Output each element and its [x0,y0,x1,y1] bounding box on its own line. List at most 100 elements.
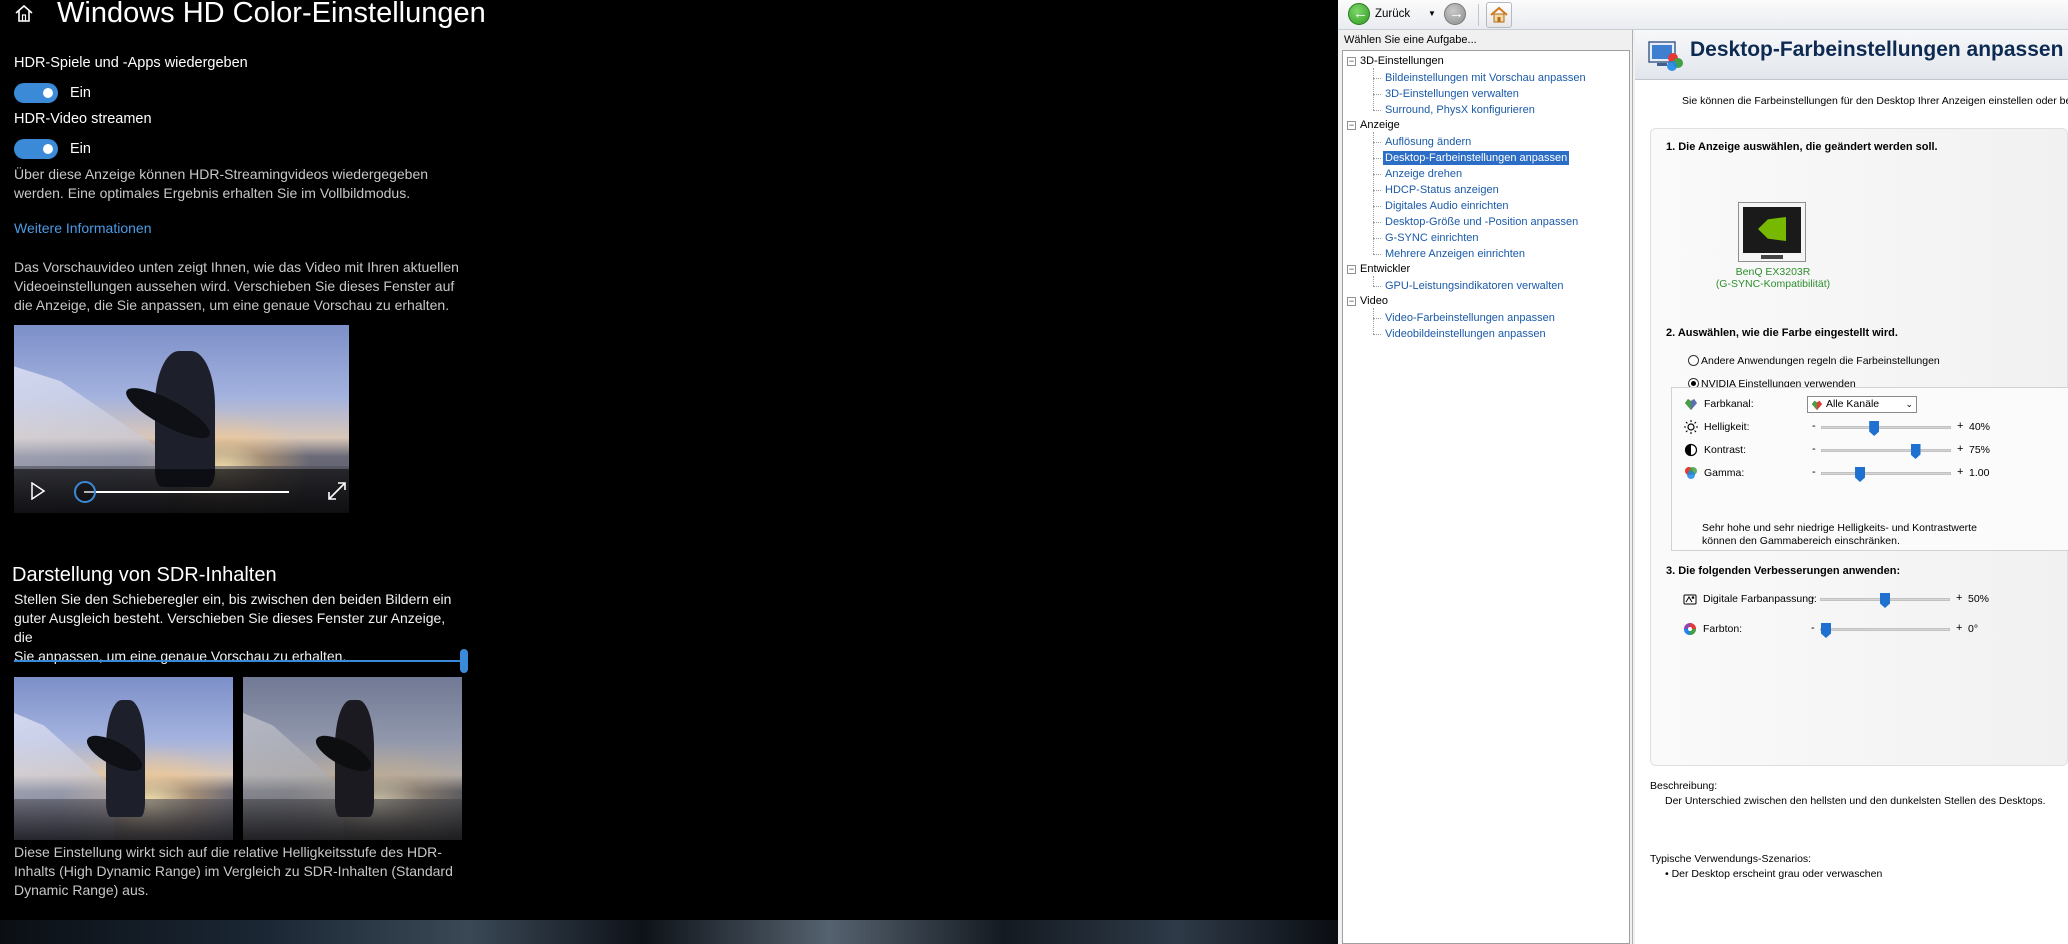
hue-slider[interactable] [1820,623,1950,638]
hue-row: Farbton: - + 0° [1671,619,2068,639]
brightness-slider-thumb[interactable] [1869,421,1880,436]
tree-connector [1373,238,1381,239]
tree-group[interactable]: −3D-Einstellungen [1347,55,1444,67]
tree-group-label: Anzeige [1360,119,1400,131]
tree-item[interactable]: Videobildeinstellungen anpassen [1383,327,1548,341]
more-info-link[interactable]: Weitere Informationen [14,220,151,236]
vibrance-slider-thumb[interactable] [1880,593,1890,608]
hue-icon [1684,623,1696,635]
tree-item[interactable]: Digitales Audio einrichten [1383,199,1511,213]
preview-video[interactable] [14,325,349,513]
desc-line: Stellen Sie den Schieberegler ein, bis z… [14,591,452,607]
tree-connector [1373,254,1381,255]
brightness-minus[interactable]: - [1812,420,1816,432]
tree-item[interactable]: HDCP-Status anzeigen [1383,183,1501,197]
settings-panel: 1. Die Anzeige auswählen, die geändert w… [1650,128,2068,766]
gamma-minus[interactable]: - [1812,466,1816,478]
tree-connector [1373,276,1374,286]
contrast-minus[interactable]: - [1812,443,1816,455]
hue-slider-thumb[interactable] [1821,623,1831,638]
desc-line: Sie anpassen, um eine genaue Vorschau zu… [14,648,347,664]
tree-item[interactable]: Anzeige drehen [1383,167,1464,181]
channel-dropdown[interactable]: Alle Kanäle ⌄ [1807,396,1917,413]
tree-connector [1373,132,1374,254]
radio-circle[interactable] [1688,355,1699,366]
back-arrow-icon[interactable]: ← [1348,3,1370,25]
contrast-row: Kontrast: - + 75% [1672,440,2068,460]
color-settings-group: Farbkanal: Alle Kanäle ⌄ Helligkeit: - +… [1671,387,2068,551]
contrast-slider[interactable] [1821,444,1951,459]
hue-minus[interactable]: - [1811,622,1815,634]
gamma-value: 1.00 [1969,467,1990,479]
vibrance-slider[interactable] [1820,593,1950,608]
gamma-plus[interactable]: + [1957,466,1963,478]
brightness-row: Helligkeit: - + 40% [1672,417,2068,437]
tree-group[interactable]: − Video [1347,295,1388,307]
pane-splitter[interactable] [1632,30,1633,944]
desc-line: Das Vorschauvideo unten zeigt Ihnen, wie… [14,259,459,275]
home-icon[interactable] [13,2,35,24]
fullscreen-icon[interactable] [327,481,347,501]
forward-arrow-icon[interactable]: → [1444,3,1466,25]
back-dropdown-icon[interactable]: ▼ [1428,9,1436,18]
gamma-slider-thumb[interactable] [1855,467,1866,482]
tree-item[interactable]: G-SYNC einrichten [1383,231,1481,245]
desc-line: die Anzeige, die Sie anpassen, um eine g… [14,297,450,313]
vibrance-row: Digitale Farbanpassung: - + 50% [1671,589,2068,609]
note-line: können den Gammabereich einschränken. [1702,535,1900,547]
nvidia-logo-icon [1758,217,1786,241]
brightness-slider[interactable] [1821,421,1951,436]
tree-connector [1373,286,1381,287]
hdr-video-state: Ein [70,141,91,157]
back-button[interactable]: Zurück [1375,8,1410,20]
tree-item[interactable]: 3D-Einstellungen verwalten [1383,87,1521,101]
tree-connector [1373,142,1381,143]
sdr-brightness-slider[interactable] [14,649,468,673]
hdr-sample-image [14,677,233,840]
tree-group-label: Video [1360,295,1388,307]
color-channel-icon [1685,399,1697,410]
vibrance-plus[interactable]: + [1956,592,1962,604]
vibrance-minus[interactable]: - [1811,592,1815,604]
tree-item[interactable]: Auflösung ändern [1383,135,1473,149]
intro-text: Sie können die Farbeinstellungen für den… [1682,95,2068,107]
tree-group[interactable]: − Anzeige [1347,119,1400,131]
tree-item[interactable]: Bildeinstellungen mit Vorschau anpassen [1383,71,1588,85]
desc-line: Inhalts (High Dynamic Range) im Vergleic… [14,863,453,879]
home-button[interactable] [1486,2,1512,28]
display-selector[interactable] [1738,202,1806,262]
sdr-note: Diese Einstellung wirkt sich auf die rel… [14,843,464,900]
brightness-icon [1684,420,1698,434]
tree-item[interactable]: Desktop-Größe und -Position anpassen [1383,215,1580,229]
collapse-icon[interactable]: − [1347,121,1356,130]
contrast-value: 75% [1969,444,1991,456]
sdr-slider-thumb[interactable] [460,649,468,673]
hue-label: Farbton: [1703,623,1743,635]
collapse-icon[interactable]: − [1347,265,1356,274]
hue-plus[interactable]: + [1956,622,1962,634]
tree-item[interactable]: Surround, PhysX konfigurieren [1383,103,1537,117]
tree-item[interactable]: Desktop-Farbeinstellungen anpassen [1383,151,1570,165]
seek-bar[interactable] [84,491,289,493]
hdr-video-toggle[interactable] [14,139,58,159]
play-icon[interactable] [30,482,46,500]
gamma-slider[interactable] [1821,467,1951,482]
hdr-games-toggle[interactable] [14,83,58,103]
tree-item[interactable]: Mehrere Anzeigen einrichten [1383,247,1527,261]
collapse-icon[interactable]: − [1347,57,1356,66]
tree-item[interactable]: Video-Farbeinstellungen anpassen [1383,311,1557,325]
tree-group-label: 3D-Einstellungen [1360,55,1444,67]
page-title: Windows HD Color-Einstellungen [57,0,486,29]
contrast-slider-thumb[interactable] [1910,444,1921,459]
radio-label: Andere Anwendungen regeln die Farbeinste… [1701,355,1940,367]
collapse-icon[interactable]: − [1347,297,1356,306]
tree-group[interactable]: − Entwickler [1347,263,1410,275]
monitor-stand [1761,255,1783,259]
tree-item[interactable]: GPU-Leistungsindikatoren verwalten [1383,279,1566,293]
seek-knob[interactable] [74,481,96,503]
radio-other-apps[interactable]: Andere Anwendungen regeln die Farbeinste… [1688,355,1940,367]
tree-connector [1373,158,1381,159]
contrast-plus[interactable]: + [1957,443,1963,455]
brightness-plus[interactable]: + [1957,420,1963,432]
hue-value: 0° [1968,623,1979,635]
